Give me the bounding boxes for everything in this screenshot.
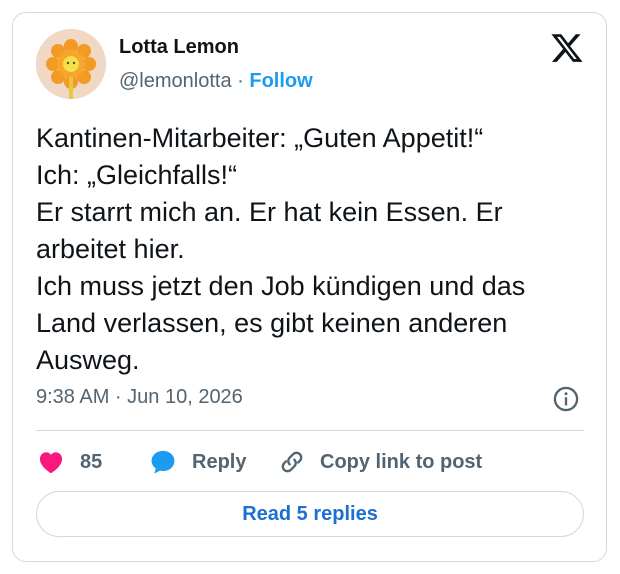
like-count: 85: [80, 450, 103, 473]
post-line: Ich: „Gleichfalls!“: [36, 160, 238, 190]
post-line: arbeitet hier.: [36, 234, 185, 264]
post-line: Er starrt mich an. Er hat kein Essen. Er: [36, 197, 503, 227]
post-timestamp[interactable]: 9:38 AM · Jun 10, 2026: [36, 386, 243, 409]
separator-dot: ·: [237, 70, 244, 92]
reply-bubble-icon: [151, 450, 175, 474]
heart-icon: [39, 452, 63, 474]
like-button[interactable]: 85: [36, 447, 102, 477]
link-icon: [281, 451, 303, 473]
info-icon[interactable]: [552, 385, 580, 413]
post-line: Land verlassen, es gibt keinen anderen: [36, 308, 508, 338]
copy-link-label: Copy link to post: [320, 450, 483, 473]
x-logo-icon[interactable]: [550, 31, 584, 65]
post-text: Kantinen-Mitarbeiter: „Guten Appetit!“ I…: [36, 120, 591, 379]
follow-button[interactable]: Follow: [249, 70, 312, 92]
copy-link-button[interactable]: Copy link to post: [278, 447, 482, 477]
author-handle-row: @lemonlotta · Follow: [119, 70, 313, 93]
author-handle[interactable]: @lemonlotta: [119, 70, 232, 92]
read-replies-button[interactable]: Read 5 replies: [36, 491, 584, 537]
author-name[interactable]: Lotta Lemon: [119, 36, 239, 59]
avatar[interactable]: [36, 29, 106, 99]
post-line: Ausweg.: [36, 345, 140, 375]
sun-flower-avatar-icon: [36, 29, 106, 99]
post-line: Ich muss jetzt den Job kündigen und das: [36, 271, 526, 301]
reply-label: Reply: [192, 450, 247, 473]
post-line: Kantinen-Mitarbeiter: „Guten Appetit!“: [36, 123, 484, 153]
reply-button[interactable]: Reply: [148, 447, 246, 477]
divider: [36, 430, 584, 431]
